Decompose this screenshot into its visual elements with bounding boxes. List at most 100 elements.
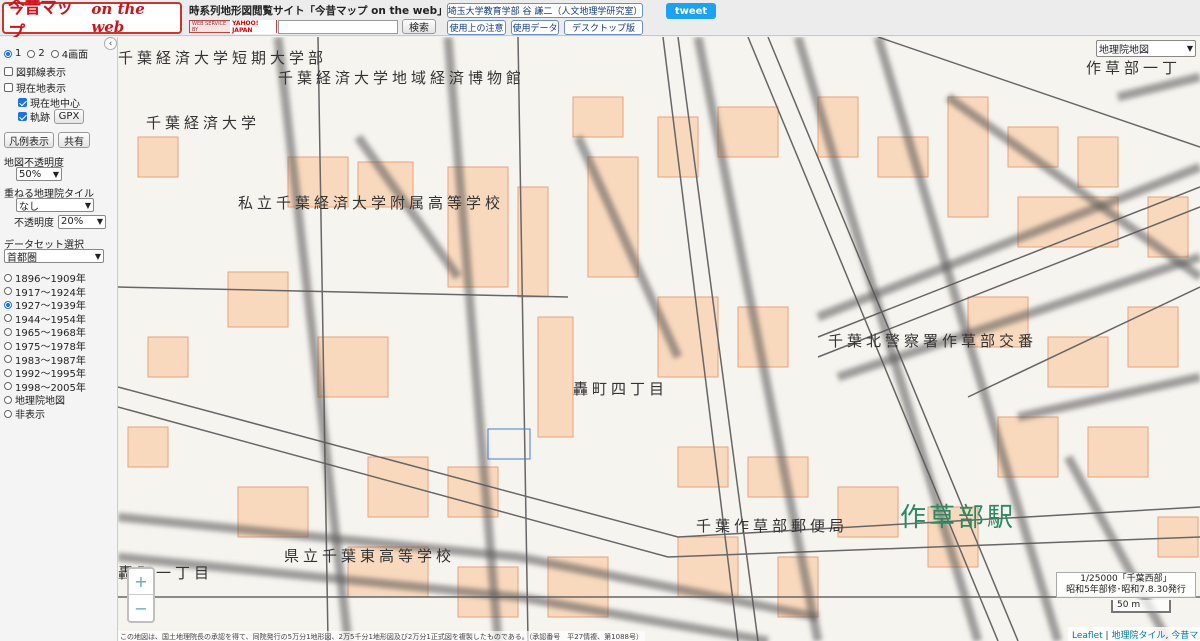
- konjaku-link[interactable]: 今昔マップ: [1171, 631, 1200, 641]
- desktop-version-link[interactable]: デスクトップ版: [564, 20, 643, 35]
- scale-bar: 50 m: [1111, 600, 1171, 613]
- screen-mode-1-radio[interactable]: [4, 49, 12, 58]
- map-sheet-info: 1/25000「千葉西部」 昭和5年部修･昭和7.8.30発行: [1056, 572, 1196, 598]
- usage-data-link[interactable]: 使用データ: [511, 20, 559, 35]
- basemap-select[interactable]: 地理院地図 ▼: [1096, 40, 1196, 57]
- map-label-station: 作草部駅: [900, 503, 1017, 533]
- overlay-opacity-row: 不透明度 20% ▼: [14, 214, 106, 229]
- screen-mode-2-radio[interactable]: [27, 49, 36, 58]
- center-location-checkbox[interactable]: [18, 98, 27, 107]
- center-location-label: 現在地中心: [30, 99, 80, 110]
- period-radio[interactable]: [4, 314, 12, 323]
- track-option[interactable]: 軌跡 GPX: [18, 109, 84, 124]
- map-sheet-edition: 昭和5年部修･昭和7.8.30発行: [1066, 585, 1186, 595]
- site-title: 時系列地形図閲覧サイト「今昔マップ on the web」: [189, 5, 448, 17]
- map-label-university: 千葉経済大学: [146, 114, 261, 132]
- overlay-tile-value: なし: [19, 201, 39, 213]
- overlay-opacity-select[interactable]: 20% ▼: [58, 214, 106, 229]
- period-radio[interactable]: [4, 395, 12, 404]
- overlay-tile-select[interactable]: なし ▼: [16, 198, 94, 213]
- map-label-university-junior: 千葉経済大学短期大学部: [118, 49, 328, 67]
- period-radio[interactable]: [4, 327, 12, 336]
- basemap-value: 地理院地図: [1099, 45, 1149, 56]
- gpx-button[interactable]: GPX: [54, 109, 84, 124]
- current-location-option[interactable]: 現在地表示: [4, 80, 66, 95]
- screen-mode-2-label: 2: [38, 48, 45, 59]
- site-logo[interactable]: 今昔マップ on the web: [2, 0, 182, 43]
- overlay-opacity-value: 20%: [61, 216, 84, 227]
- zoom-in-button[interactable]: +: [129, 569, 153, 595]
- map-label-high-school: 私立千葉経済大学附属高等学校: [238, 194, 505, 212]
- share-button[interactable]: 共有: [58, 132, 90, 148]
- yahoo-badge-brand: YAHOO! JAPAN: [230, 19, 276, 34]
- usage-notes-link[interactable]: 使用上の注意: [447, 20, 506, 35]
- dataset-row: 首都圏 ▼: [4, 249, 104, 264]
- grid-lines-option[interactable]: 図郭線表示: [4, 64, 66, 79]
- control-sidebar: ‹ 1 2 4画面 図郭線表示 現在地表示 現在地中心 軌跡 GPX 凡例表示 …: [0, 37, 118, 641]
- zoom-out-button[interactable]: −: [129, 595, 153, 621]
- leaflet-link[interactable]: Leaflet: [1072, 631, 1103, 641]
- building-footprints: [127, 96, 1199, 618]
- period-radio[interactable]: [4, 355, 12, 364]
- overlay-opacity-label: 不透明度: [14, 218, 54, 229]
- period-option[interactable]: 非表示: [4, 406, 45, 421]
- track-checkbox[interactable]: [18, 112, 27, 121]
- period-radio[interactable]: [4, 409, 12, 418]
- map-label-university-museum: 千葉経済大学地域経済博物館: [278, 69, 526, 87]
- map-label-post-office: 千葉作草部郵便局: [696, 517, 849, 535]
- period-radio[interactable]: [4, 273, 12, 282]
- period-radio[interactable]: [4, 382, 12, 391]
- screen-mode-4-label: 4画面: [61, 50, 89, 61]
- chevron-down-icon: ▼: [52, 169, 59, 179]
- map-label-prefectural-school: 県立千葉東高等学校: [284, 547, 456, 565]
- overlay-tile-row: なし ▼: [16, 198, 94, 213]
- map-view[interactable]: 千葉経済大学短期大学部 千葉経済大学地域経済博物館 千葉経済大学 私立千葉経済大…: [118, 37, 1200, 641]
- map-opacity-row: 50% ▼: [16, 167, 62, 181]
- map-opacity-value: 50%: [19, 168, 42, 180]
- search-button[interactable]: 検索: [402, 19, 436, 34]
- grid-lines-label: 図郭線表示: [16, 68, 66, 79]
- map-label-todoroki-4: 轟町四丁目: [573, 380, 669, 398]
- chevron-down-icon: ▼: [94, 251, 101, 261]
- map-attribution: Leaflet | 地理院タイル, 今昔マップ: [1068, 627, 1200, 641]
- attribution-separator: |: [1105, 631, 1109, 641]
- legend-share-row: 凡例表示 共有: [4, 132, 90, 148]
- logo-text-en: on the web: [91, 0, 145, 36]
- map-label-police-box: 千葉北警察署作草部交番: [828, 332, 1038, 350]
- current-location-label: 現在地表示: [16, 84, 66, 95]
- map-label-sakusabe-1: 作草部一丁: [1086, 59, 1182, 77]
- period-radio[interactable]: [4, 287, 12, 296]
- map-sheet-name: 1/25000「千葉西部」: [1080, 574, 1172, 584]
- selected-marker: [487, 428, 531, 460]
- gsi-tiles-link[interactable]: 地理院タイル: [1111, 631, 1165, 641]
- chevron-down-icon: ▼: [1186, 44, 1193, 53]
- grid-lines-checkbox[interactable]: [4, 67, 13, 76]
- dataset-value: 首都圏: [7, 252, 37, 264]
- legend-button[interactable]: 凡例表示: [4, 132, 54, 148]
- period-label: 非表示: [15, 410, 45, 421]
- current-location-checkbox[interactable]: [4, 83, 13, 92]
- map-opacity-select[interactable]: 50% ▼: [16, 167, 62, 181]
- author-link[interactable]: 埼玉大学教育学部 谷 謙二（人文地理学研究室）: [447, 3, 643, 18]
- tweet-button[interactable]: tweet: [666, 3, 716, 19]
- chevron-down-icon: ▼: [84, 200, 91, 210]
- map-canvas: [118, 37, 1200, 641]
- yahoo-badge-prefix: WEB SERVICE BY: [192, 20, 227, 33]
- screen-mode-4-radio[interactable]: [50, 49, 59, 58]
- screen-mode-group: 1 2 4画面: [4, 46, 88, 61]
- period-radio[interactable]: [4, 341, 12, 350]
- zoom-control: + −: [127, 567, 155, 623]
- center-location-option[interactable]: 現在地中心: [18, 95, 80, 110]
- attribution-comma: ,: [1165, 631, 1169, 641]
- dataset-select[interactable]: 首都圏 ▼: [4, 249, 104, 264]
- place-search-input[interactable]: [278, 20, 398, 34]
- track-label: 軌跡: [30, 113, 50, 124]
- chevron-down-icon: ▼: [96, 217, 103, 226]
- period-radio[interactable]: [4, 300, 12, 309]
- yahoo-credit-badge[interactable]: WEB SERVICE BY YAHOO! JAPAN: [189, 19, 277, 34]
- screen-mode-1-label: 1: [15, 48, 22, 59]
- collapse-sidebar-icon[interactable]: ‹: [104, 37, 117, 50]
- copyright-note: この地図は、国土地理院長の承認を得て、同院発行の5万分1地形図、2万5千分1地形…: [118, 631, 645, 641]
- period-radio[interactable]: [4, 368, 12, 377]
- header-bar: 今昔マップ on the web 時系列地形図閲覧サイト「今昔マップ on th…: [0, 0, 1200, 43]
